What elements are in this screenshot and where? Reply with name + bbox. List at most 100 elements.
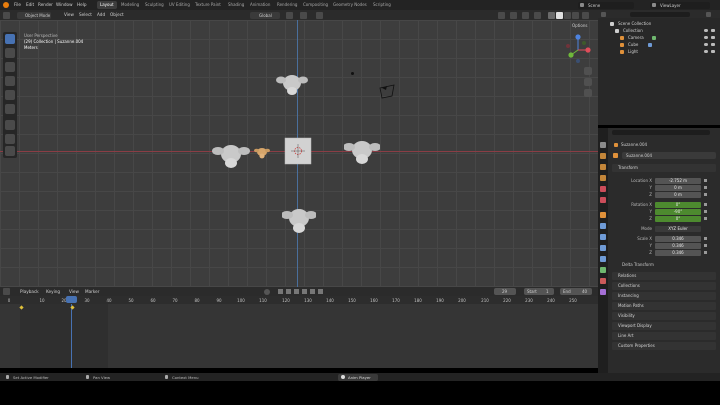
lock-icon[interactable]: [704, 251, 707, 254]
modifier-tab-icon[interactable]: [600, 223, 606, 229]
playhead-frame-indicator[interactable]: [66, 296, 77, 303]
lock-icon[interactable]: [704, 244, 707, 247]
anim-player-indicator[interactable]: Anim Player: [338, 373, 378, 381]
light-object[interactable]: [351, 72, 354, 75]
camera-toggle-icon[interactable]: [711, 50, 715, 53]
timeline-editor-icon[interactable]: [3, 288, 10, 295]
collections-panel-header[interactable]: Collections: [612, 282, 716, 290]
lock-icon[interactable]: [704, 217, 707, 220]
end-frame-field[interactable]: End 40: [560, 288, 592, 295]
outliner-search-field[interactable]: [630, 11, 690, 17]
tab-rendering[interactable]: Rendering: [277, 2, 297, 7]
pivot-icon[interactable]: [286, 11, 293, 19]
tab-texture-paint[interactable]: Texture Paint: [195, 2, 221, 7]
tab-geometry-nodes[interactable]: Geometry Nodes: [333, 2, 367, 7]
visibility-panel-header[interactable]: Visibility: [612, 312, 716, 320]
properties-search-field[interactable]: [612, 130, 710, 135]
relations-panel-header[interactable]: Relations: [612, 272, 716, 280]
outliner-row-light[interactable]: Light: [598, 49, 720, 55]
suzanne-bottom[interactable]: [282, 205, 316, 235]
rotation-x-field[interactable]: 0°: [655, 202, 701, 208]
proportional-edit-icon[interactable]: [316, 11, 323, 19]
location-y-field[interactable]: 0 m: [655, 185, 701, 191]
current-frame-field[interactable]: 29: [494, 288, 516, 295]
camera-toggle-icon[interactable]: [711, 29, 715, 32]
snap-icon[interactable]: [300, 11, 307, 19]
suzanne-selected[interactable]: [254, 146, 270, 160]
scale-y-field[interactable]: 0.346: [655, 243, 701, 249]
rendered-shading-icon[interactable]: [572, 11, 579, 19]
object-tab-icon[interactable]: [600, 212, 606, 218]
menu-playback[interactable]: Playback: [20, 289, 39, 294]
3d-viewport[interactable]: User Perspective (29) Collection | Suzan…: [0, 20, 598, 287]
viewport-display-panel-header[interactable]: Viewport Display: [612, 322, 716, 330]
auto-key-button[interactable]: [264, 288, 270, 295]
suzanne-top[interactable]: [276, 71, 308, 97]
shading-options-icon[interactable]: [582, 11, 589, 19]
custom-properties-panel-header[interactable]: Custom Properties: [612, 342, 716, 350]
add-cube-tool-icon[interactable]: [5, 146, 15, 156]
wireframe-shading-icon[interactable]: [548, 11, 555, 19]
eye-icon[interactable]: [704, 50, 708, 53]
constraints-tab-icon[interactable]: [600, 256, 606, 262]
texture-tab-icon[interactable]: [600, 289, 606, 295]
tab-sculpting[interactable]: Sculpting: [145, 2, 164, 7]
lock-icon[interactable]: [704, 186, 707, 189]
select-box-tool-icon[interactable]: [5, 34, 15, 44]
annotate-tool-icon[interactable]: [5, 120, 15, 130]
lock-icon[interactable]: [704, 203, 707, 206]
visibility-icon[interactable]: [498, 11, 505, 19]
gizmo-icon[interactable]: [510, 11, 517, 19]
outliner-row-collection[interactable]: Collection: [598, 28, 720, 34]
outliner-row-camera[interactable]: Camera: [598, 35, 720, 41]
location-x-field[interactable]: -2.752 m: [655, 178, 701, 184]
next-keyframe-button[interactable]: [310, 289, 315, 294]
camera-toggle-icon[interactable]: [711, 43, 715, 46]
menu-add[interactable]: Add: [97, 12, 105, 17]
menu-view[interactable]: View: [64, 12, 74, 17]
menu-help[interactable]: Help: [77, 2, 87, 7]
location-z-field[interactable]: 0 m: [655, 192, 701, 198]
menu-view-timeline[interactable]: View: [69, 289, 79, 294]
cube-object[interactable]: [284, 137, 312, 165]
outliner-editor-icon[interactable]: [601, 11, 606, 17]
particles-tab-icon[interactable]: [600, 234, 606, 240]
menu-render[interactable]: Render: [38, 2, 53, 7]
blender-logo-icon[interactable]: [3, 2, 9, 8]
object-data-tab-icon[interactable]: [600, 267, 606, 273]
tab-uv-editing[interactable]: UV Editing: [169, 2, 190, 7]
tab-scripting[interactable]: Scripting: [373, 2, 391, 7]
eye-icon[interactable]: [704, 29, 708, 32]
world-tab-icon[interactable]: [600, 197, 606, 203]
delta-transform-subpanel[interactable]: Delta Transform: [622, 262, 654, 267]
eye-icon[interactable]: [704, 36, 708, 39]
physics-tab-icon[interactable]: [600, 245, 606, 251]
timeline-area[interactable]: [0, 296, 598, 368]
tab-compositing[interactable]: Compositing: [303, 2, 328, 7]
rotation-y-field[interactable]: -90°: [655, 209, 701, 215]
tab-animation[interactable]: Animation: [250, 2, 270, 7]
menu-object[interactable]: Object: [110, 12, 124, 17]
menu-marker[interactable]: Marker: [85, 289, 99, 294]
measure-tool-icon[interactable]: [5, 134, 15, 144]
tab-modeling[interactable]: Modeling: [121, 2, 139, 7]
object-name-field[interactable]: Suzanne.004: [622, 152, 716, 159]
menu-edit[interactable]: Edit: [26, 2, 34, 7]
render-tab-icon[interactable]: [600, 153, 606, 159]
options-button[interactable]: Options: [572, 23, 587, 28]
view-layer-selector[interactable]: ViewLayer: [650, 1, 710, 9]
material-tab-icon[interactable]: [600, 278, 606, 284]
suzanne-left[interactable]: [212, 141, 250, 169]
motion-paths-panel-header[interactable]: Motion Paths: [612, 302, 716, 310]
play-reverse-button[interactable]: [294, 289, 299, 294]
rotation-z-field[interactable]: 0°: [655, 216, 701, 222]
instancing-panel-header[interactable]: Instancing: [612, 292, 716, 300]
camera-object[interactable]: [378, 84, 396, 100]
scene-selector[interactable]: Scene: [578, 1, 634, 9]
tab-shading[interactable]: Shading: [228, 2, 244, 7]
move-tool-icon[interactable]: [5, 62, 15, 72]
rotate-tool-icon[interactable]: [5, 76, 15, 86]
camera-toggle-icon[interactable]: [711, 36, 715, 39]
suzanne-right[interactable]: [344, 137, 380, 165]
outliner-row-scene-collection[interactable]: Scene Collection: [598, 21, 720, 27]
